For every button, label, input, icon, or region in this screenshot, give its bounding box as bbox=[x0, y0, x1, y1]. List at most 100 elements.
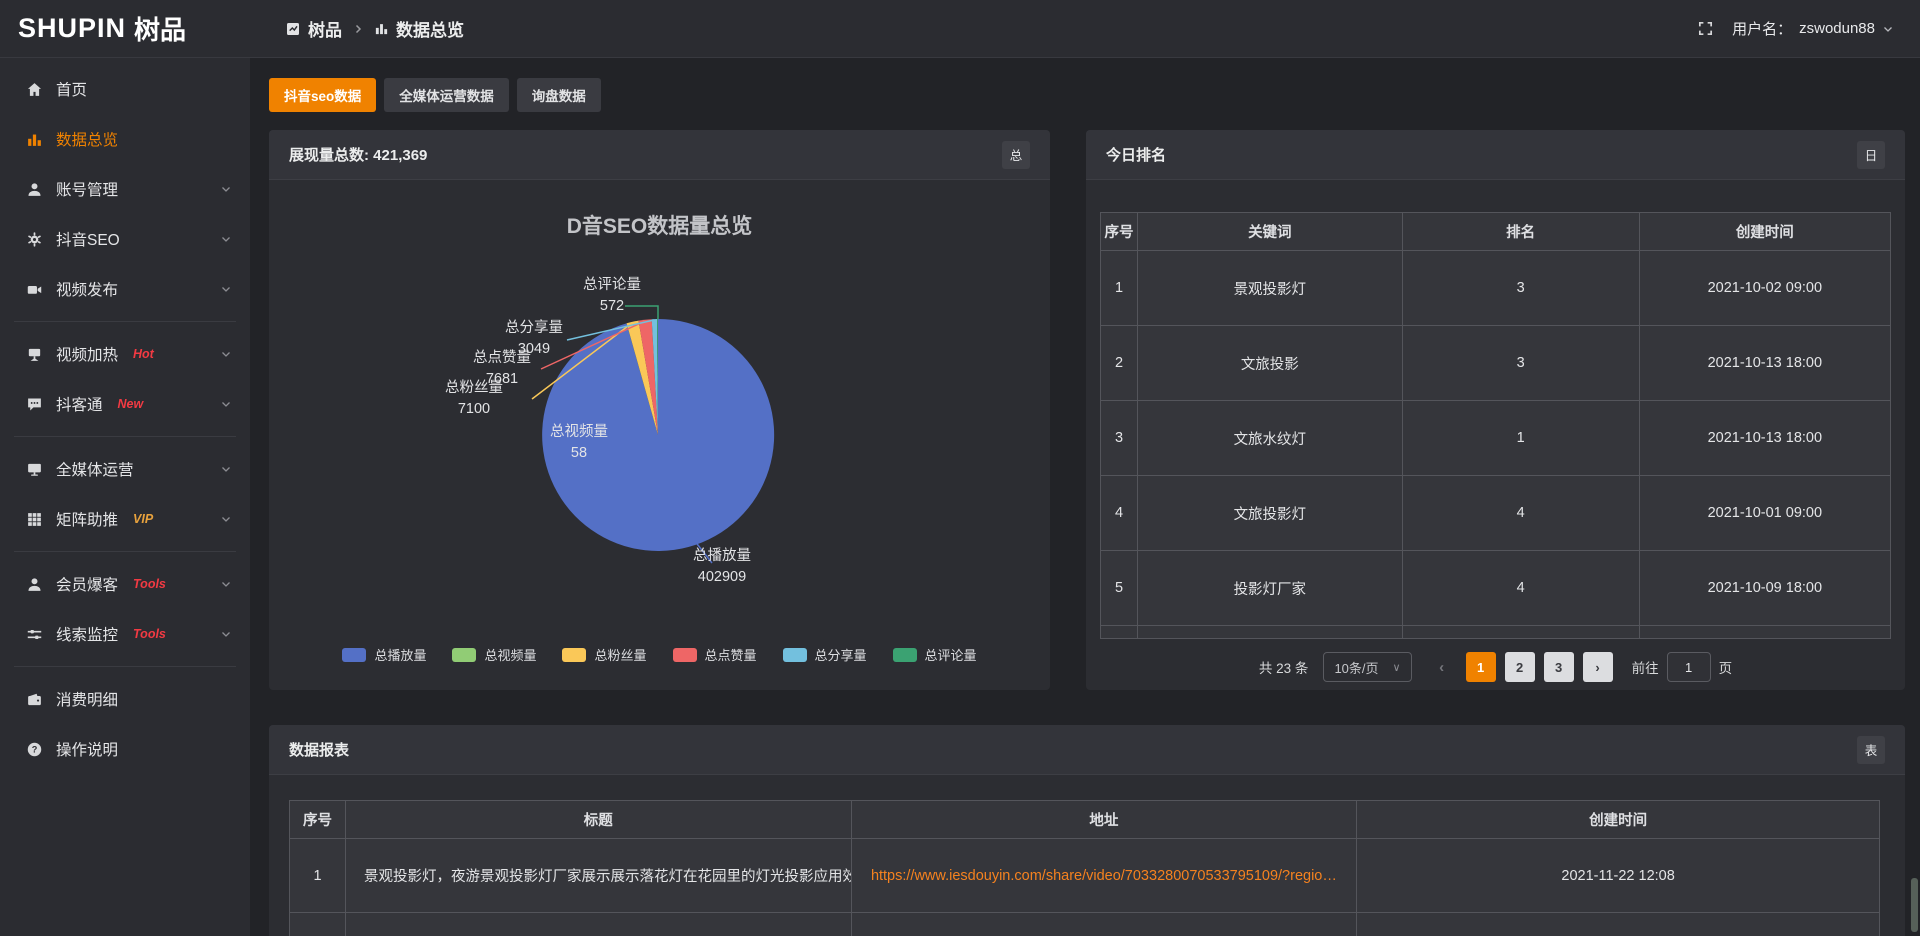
col-index: 序号 bbox=[290, 801, 346, 839]
legend-item-总评论量[interactable]: 总评论量 bbox=[893, 645, 977, 664]
sidebar-item-matrix-boost[interactable]: 矩阵助推VIP bbox=[0, 494, 250, 544]
sidebar-item-label: 抖音SEO bbox=[56, 228, 120, 250]
video-title-cell: 景观投影灯，夜游景观投影灯厂家展示展示落花灯在花园里的灯光投影应用效果 # bbox=[346, 839, 852, 913]
breadcrumb-item-current[interactable]: 数据总览 bbox=[374, 16, 464, 41]
chevron-down-icon bbox=[220, 398, 232, 410]
sidebar-item-video-heating[interactable]: 视频加热Hot bbox=[0, 329, 250, 379]
sidebar-item-operation-guide[interactable]: ?操作说明 bbox=[0, 724, 250, 774]
legend-item-总分享量[interactable]: 总分享量 bbox=[783, 645, 867, 664]
breadcrumb-item-home[interactable]: 树品 bbox=[285, 16, 342, 41]
sidebar-item-label: 数据总览 bbox=[56, 128, 118, 150]
breadcrumb: 树品 数据总览 bbox=[285, 16, 464, 41]
sidebar-item-label: 会员爆客 bbox=[56, 573, 118, 595]
page-button-1[interactable]: 1 bbox=[1466, 652, 1496, 682]
home-icon bbox=[25, 81, 43, 98]
username-label: 用户名： bbox=[1732, 18, 1792, 39]
report-panel-title: 数据报表 bbox=[289, 739, 349, 760]
pie-svg bbox=[269, 180, 1050, 690]
sidebar-item-label: 抖客通 bbox=[56, 393, 103, 415]
data-report-panel: 数据报表 表 序号 标题 地址 创建时间 bbox=[269, 725, 1905, 936]
account-management-icon bbox=[25, 181, 43, 198]
sidebar-item-label: 首页 bbox=[56, 78, 87, 100]
today-ranking-panel: 今日排名 日 序号 关键词 排名 创建时间 bbox=[1086, 130, 1905, 690]
daily-view-button[interactable]: 日 bbox=[1857, 141, 1885, 169]
page-size-select[interactable]: 10条/页 ∨ bbox=[1323, 652, 1411, 682]
report-panel-header: 数据报表 表 bbox=[269, 725, 1905, 775]
breadcrumb-label: 数据总览 bbox=[396, 16, 464, 41]
legend-swatch bbox=[342, 648, 366, 662]
table-row: 4文旅投影灯42021-10-01 09:00 bbox=[1101, 476, 1891, 551]
legend-swatch bbox=[562, 648, 586, 662]
legend-swatch bbox=[893, 648, 917, 662]
sidebar-badge: Tools bbox=[133, 627, 166, 641]
legend-label: 总播放量 bbox=[374, 645, 426, 664]
sidebar-item-home[interactable]: 首页 bbox=[0, 64, 250, 114]
chevron-right-icon bbox=[352, 23, 364, 35]
goto-page-input[interactable] bbox=[1667, 652, 1711, 682]
table-row-clipped bbox=[1101, 626, 1891, 639]
sidebar-item-label: 视频加热 bbox=[56, 343, 118, 365]
total-view-button[interactable]: 总 bbox=[1002, 141, 1030, 169]
pie-chart: D音SEO数据量总览 总播放量402909 总视频量58 总粉丝量7100 总点 bbox=[269, 180, 1050, 690]
sidebar-item-clue-monitor[interactable]: 线索监控 Tools bbox=[0, 609, 250, 659]
goto-page: 前往 页 bbox=[1632, 652, 1733, 682]
pie-label-comment: 总评论量572 bbox=[557, 275, 667, 317]
table-row: 1景观投影灯32021-10-02 09:00 bbox=[1101, 251, 1891, 326]
sidebar-item-label: 视频发布 bbox=[56, 278, 118, 300]
sidebar-item-label: 全媒体运营 bbox=[56, 458, 134, 480]
prev-page-button[interactable]: ‹ bbox=[1427, 652, 1457, 682]
matrix-boost-icon bbox=[25, 511, 43, 528]
chevron-down-icon bbox=[1882, 23, 1894, 35]
chevron-down-icon bbox=[220, 183, 232, 195]
video-link[interactable]: https://www.iesdouyin.com/share/video/70… bbox=[871, 868, 1337, 884]
sidebar-item-media-operation[interactable]: 全媒体运营 bbox=[0, 444, 250, 494]
sidebar-item-consumption-detail[interactable]: 消费明细 bbox=[0, 674, 250, 724]
impressions-total-label: 展现量总数: 421,369 bbox=[289, 144, 427, 165]
sidebar: 首页数据总览账号管理抖音SEO 视频发布视频加热Hot抖客通New 全媒体运营矩阵助… bbox=[0, 58, 250, 936]
data-overview-icon bbox=[25, 131, 43, 148]
svg-text:?: ? bbox=[31, 744, 37, 754]
sidebar-item-douketong[interactable]: 抖客通New bbox=[0, 379, 250, 429]
chevron-down-icon: ∨ bbox=[1393, 661, 1401, 674]
breadcrumb-label: 树品 bbox=[308, 16, 342, 41]
operation-guide-icon: ? bbox=[25, 741, 43, 758]
scrollbar-thumb[interactable] bbox=[1911, 878, 1918, 932]
report-table-header: 序号 标题 地址 创建时间 bbox=[290, 801, 1880, 839]
topbar-right: 用户名： zswodun88 bbox=[1697, 18, 1920, 39]
tab-douyin-seo-data[interactable]: 抖音seo数据 bbox=[269, 78, 376, 112]
sidebar-item-data-overview[interactable]: 数据总览 bbox=[0, 114, 250, 164]
pagination-total: 共 23 条 bbox=[1259, 657, 1309, 677]
legend-swatch bbox=[783, 648, 807, 662]
table-row: 3文旅水纹灯12021-10-13 18:00 bbox=[1101, 401, 1891, 476]
sidebar-item-label: 线索监控 bbox=[56, 623, 118, 645]
media-operation-icon bbox=[25, 461, 43, 478]
page-button-3[interactable]: 3 bbox=[1544, 652, 1574, 682]
sidebar-item-account-management[interactable]: 账号管理 bbox=[0, 164, 250, 214]
username-value: zswodun88 bbox=[1799, 20, 1875, 37]
pie-label-play: 总播放量402909 bbox=[667, 546, 777, 588]
chevron-down-icon bbox=[220, 348, 232, 360]
fullscreen-icon[interactable] bbox=[1697, 20, 1714, 37]
tab-media-operation-data[interactable]: 全媒体运营数据 bbox=[384, 78, 509, 112]
impressions-panel-header: 展现量总数: 421,369 总 bbox=[269, 130, 1050, 180]
sidebar-item-member-baoke[interactable]: 会员爆客Tools bbox=[0, 559, 250, 609]
chart-legend: 总播放量 总视频量 总粉丝量 总点赞量 总分享量 总评论量 bbox=[269, 645, 1050, 664]
legend-item-总点赞量[interactable]: 总点赞量 bbox=[673, 645, 757, 664]
legend-item-总播放量[interactable]: 总播放量 bbox=[342, 645, 426, 664]
pie-label-video: 总视频量58 bbox=[524, 422, 634, 464]
legend-item-总视频量[interactable]: 总视频量 bbox=[452, 645, 536, 664]
next-page-button[interactable]: › bbox=[1583, 652, 1613, 682]
legend-item-总粉丝量[interactable]: 总粉丝量 bbox=[562, 645, 646, 664]
chevron-down-icon bbox=[220, 283, 232, 295]
sidebar-item-douyin-seo[interactable]: 抖音SEO bbox=[0, 214, 250, 264]
sidebar-item-video-publish[interactable]: 视频发布 bbox=[0, 264, 250, 314]
table-view-button[interactable]: 表 bbox=[1857, 736, 1885, 764]
topbar: SHUPIN 树品 树品 数据总览 bbox=[0, 0, 1920, 58]
table-row-clipped bbox=[290, 913, 1880, 936]
page-button-2[interactable]: 2 bbox=[1505, 652, 1535, 682]
video-heating-icon bbox=[25, 346, 43, 363]
tab-inquiry-data[interactable]: 询盘数据 bbox=[517, 78, 601, 112]
legend-label: 总分享量 bbox=[815, 645, 867, 664]
user-menu[interactable]: 用户名： zswodun88 bbox=[1732, 18, 1894, 39]
video-url-cell: https://www.iesdouyin.com/share/video/70… bbox=[851, 839, 1357, 913]
